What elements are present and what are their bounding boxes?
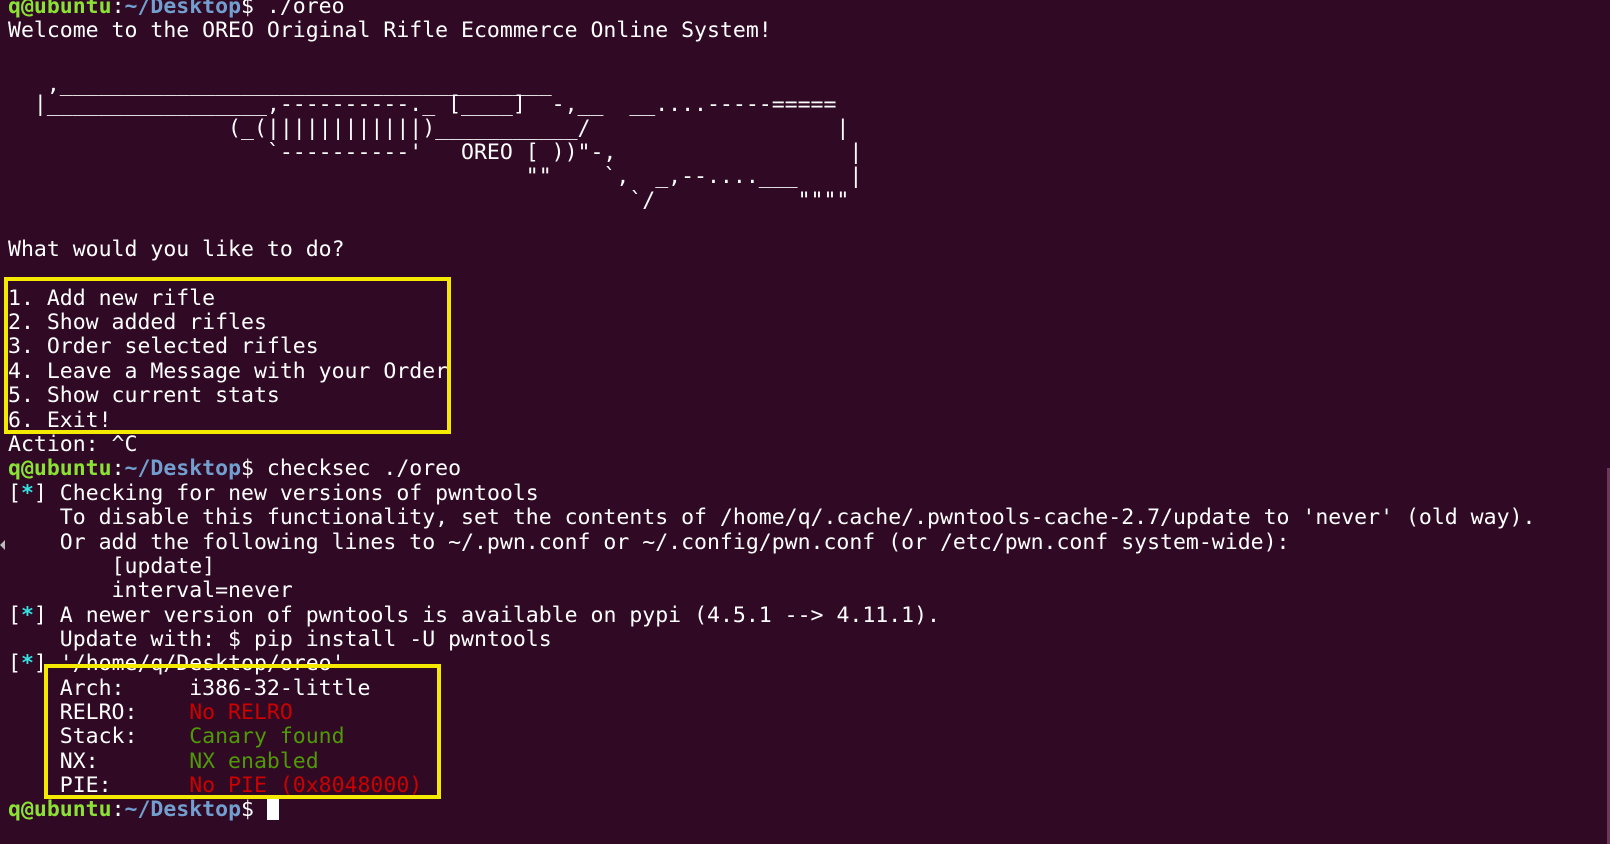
ascii-art-line: "" `, _,--....___ | [8, 164, 863, 189]
ascii-art-line: `----------' OREO [ ))"-, | [8, 140, 863, 165]
ascii-art-line: (_(||||||||||||)___________/ | [8, 116, 850, 141]
checksec-newer-line: [*] A newer version of pwntools is avail… [8, 603, 941, 628]
checksec-check-line: [*] Checking for new versions of pwntool… [8, 481, 539, 506]
menu-question: What would you like to do? [8, 237, 345, 262]
checksec-disable-line: To disable this functionality, set the c… [8, 505, 1536, 530]
prompt-user-host: q@ubuntu [8, 0, 112, 19]
checksec-or-line: Or add the following lines to ~/.pwn.con… [8, 530, 1290, 555]
action-prompt: Action: ^C [8, 432, 138, 457]
star-icon: * [20, 603, 34, 628]
checksec-interval-line: interval=never [8, 578, 293, 603]
prompt-user-host: q@ubuntu [8, 797, 112, 822]
checksec-highlight-box [44, 664, 441, 799]
star-icon: * [20, 651, 34, 676]
command-run: ./oreo [266, 0, 345, 19]
prompt-line-run: q@ubuntu:~/Desktop$ ./oreo [8, 0, 345, 19]
checksec-update-line: [update] [8, 554, 216, 579]
prompt-path: ~/Desktop [124, 0, 242, 19]
prompt-dollar: $ [241, 0, 267, 19]
star-icon: * [20, 481, 34, 506]
prompt-path: ~/Desktop [124, 456, 242, 481]
collapse-arrow-icon[interactable] [0, 540, 5, 550]
terminal-window[interactable]: q@ubuntu:~/Desktop$ ./oreo Welcome to th… [0, 0, 1610, 844]
prompt-line-checksec: q@ubuntu:~/Desktop$ checksec ./oreo [8, 456, 462, 481]
prompt-line-final[interactable]: q@ubuntu:~/Desktop$ [8, 797, 279, 822]
text-cursor [266, 798, 279, 820]
prompt-path: ~/Desktop [124, 797, 242, 822]
command-checksec: checksec ./oreo [266, 456, 462, 481]
checksec-pip-line: Update with: $ pip install -U pwntools [8, 627, 552, 652]
prompt-dollar: $ [241, 456, 267, 481]
ascii-art-line: |_________________,----------._ [____] -… [8, 92, 837, 117]
prompt-dollar: $ [241, 797, 267, 822]
prompt-user-host: q@ubuntu [8, 456, 112, 481]
welcome-text: Welcome to the OREO Original Rifle Ecomm… [8, 18, 772, 43]
ascii-art-line: `/ """" [8, 188, 850, 213]
menu-highlight-box [4, 277, 451, 434]
